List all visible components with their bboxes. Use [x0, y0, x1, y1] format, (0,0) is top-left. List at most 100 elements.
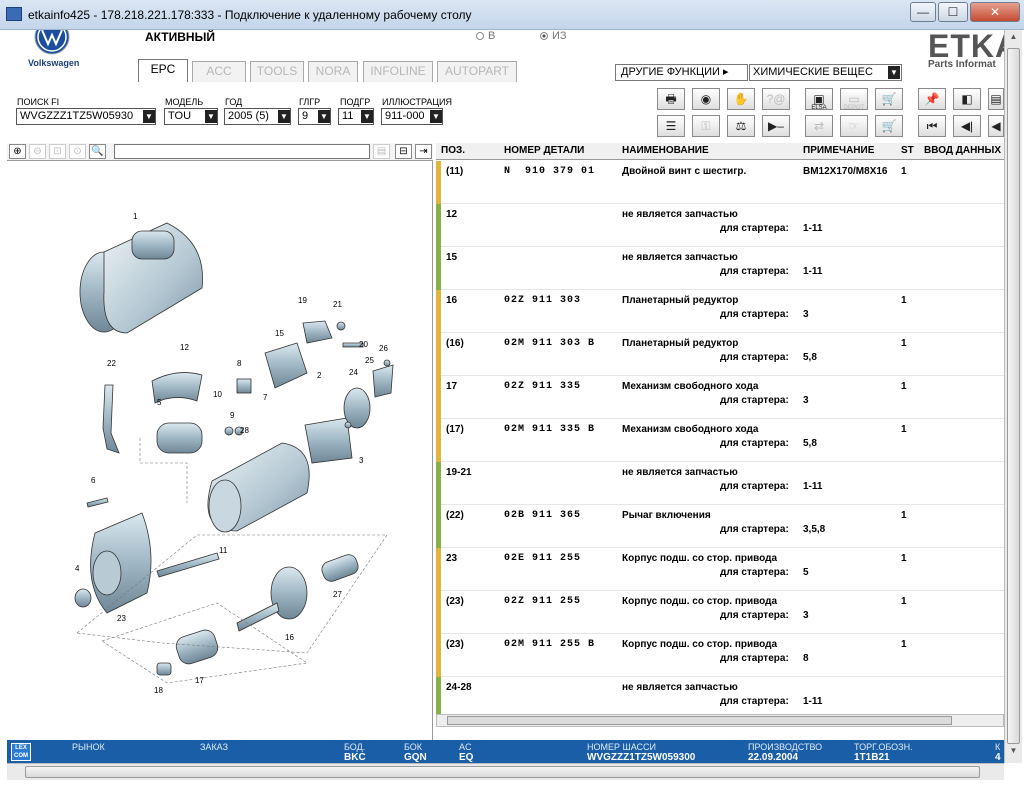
scrollbar-thumb[interactable]: [1007, 48, 1020, 744]
market-label: РЫНОК: [72, 742, 105, 752]
handshake-icon[interactable]: ✋: [727, 88, 755, 110]
cart-icon[interactable]: 🛒: [875, 115, 903, 137]
col-part-number[interactable]: НОМЕР ДЕТАЛИ: [504, 145, 584, 156]
main-group-select[interactable]: 9 ▼: [298, 108, 331, 125]
maximize-button[interactable]: ☐: [938, 2, 968, 22]
row-name: Корпус подш. со стор. привода: [622, 596, 778, 607]
part-3-pin: [344, 421, 352, 429]
tab-tools[interactable]: TOOLS: [250, 61, 304, 82]
row-status-bar: [436, 548, 441, 591]
model-select[interactable]: TOU ▼: [164, 108, 218, 125]
year-select[interactable]: 2005 (5) ▼: [224, 108, 291, 125]
first-icon[interactable]: ⏮: [918, 115, 946, 137]
zoom-reset-icon[interactable]: ⊙: [69, 144, 86, 159]
row-part-number: 02M 911 335 B: [504, 424, 596, 435]
cart-upload-icon[interactable]: 🛒: [875, 88, 903, 110]
hand-icon[interactable]: ☞: [840, 115, 868, 137]
row-part-number: 02M 911 255 B: [504, 639, 596, 650]
scroll-down-icon[interactable]: ▼: [1007, 746, 1020, 760]
part-16-shaft: [236, 602, 280, 632]
table-row[interactable]: 19-21 не является запчастью для стартера: 1…: [436, 462, 1004, 505]
callout-12: 12: [180, 343, 189, 352]
split-view-icon[interactable]: ⊟: [395, 144, 412, 159]
previous-icon[interactable]: ◀|: [953, 115, 981, 137]
magnifier-icon[interactable]: 🔍: [89, 144, 106, 159]
expand-icon[interactable]: ⇥: [415, 144, 432, 159]
row-sub-value: 3: [803, 309, 809, 320]
illustration-select[interactable]: 911-000 ▼: [381, 108, 443, 125]
list-icon[interactable]: ☰: [657, 115, 685, 137]
pin-icon[interactable]: 📌: [918, 88, 946, 110]
chevron-down-icon: ▼: [205, 110, 217, 123]
radio-v[interactable]: В: [476, 30, 495, 42]
tab-nora[interactable]: NORA: [308, 61, 358, 82]
col-note[interactable]: ПРИМЕЧАНИЕ: [803, 145, 874, 156]
table-horizontal-scrollbar[interactable]: [436, 714, 1004, 727]
scrollbar-thumb[interactable]: [447, 716, 952, 725]
col-name[interactable]: НАИМЕНОВАНИЕ: [622, 145, 709, 156]
more-functions-button[interactable]: ДРУГИЕ ФУНКЦИИ ▸: [615, 64, 748, 81]
part-18: [156, 662, 172, 676]
tab-infoline[interactable]: INFOLINE: [363, 61, 433, 82]
radio-iz[interactable]: ИЗ: [540, 30, 567, 42]
back-page-icon[interactable]: ◧: [953, 88, 981, 110]
sub-group-label: ПОДГР: [340, 97, 371, 107]
table-row[interactable]: 16 02Z 911 303 Планетарный редуктор 1 для ст…: [436, 290, 1004, 333]
elsa-button[interactable]: ▣ ELSA: [805, 88, 833, 111]
scroll-up-icon[interactable]: ▲: [1007, 32, 1020, 46]
play-minus-icon[interactable]: ▶–: [762, 115, 790, 137]
col-st[interactable]: ST: [901, 145, 914, 156]
print-icon[interactable]: 🖶: [657, 88, 685, 110]
table-row[interactable]: (11) N 910 379 01 Двойной винт с шестигр. B…: [436, 161, 1004, 204]
remote-desktop-icon: [6, 7, 22, 21]
illustration-search-input[interactable]: [114, 144, 370, 159]
window-horizontal-scrollbar[interactable]: [7, 763, 1004, 780]
depot-button[interactable]: ▭ DEPOT: [840, 88, 868, 111]
table-row[interactable]: (16) 02M 911 303 B Планетарный редуктор 1 дл…: [436, 333, 1004, 376]
table-row[interactable]: 12 не является запчастью для стартера: 1-11: [436, 204, 1004, 247]
row-pos: (22): [446, 510, 464, 521]
parts-table: ПОЗ. НОМЕР ДЕТАЛИ НАИМЕНОВАНИЕ ПРИМЕЧАНИ…: [436, 143, 1004, 727]
col-data-input[interactable]: ВВОД ДАННЫХ: [924, 145, 1001, 156]
row-sub-value: 3,5,8: [803, 524, 826, 535]
row-name: Планетарный редуктор: [622, 295, 739, 306]
tab-autopart[interactable]: AUTOPART: [437, 61, 517, 82]
zoom-fit-icon[interactable]: ⊡: [49, 144, 66, 159]
row-sub-label: для стартера:: [720, 395, 789, 406]
tab-acc[interactable]: ACC: [192, 61, 246, 82]
table-row[interactable]: (22) 02B 911 365 Рычаг включения 1 для старт…: [436, 505, 1004, 548]
table-row[interactable]: (23) 02Z 911 255 Корпус подш. со стор. при…: [436, 591, 1004, 634]
disk-icon[interactable]: ◉: [692, 88, 720, 110]
key-icon[interactable]: ⚿: [692, 115, 720, 137]
row-status-bar: [436, 290, 441, 333]
search-input[interactable]: WVGZZZ1TZ5W05930 ▼: [16, 108, 156, 125]
col-pos[interactable]: ПОЗ.: [441, 145, 465, 156]
prev-arrow-icon[interactable]: ◀: [988, 115, 1004, 137]
table-row[interactable]: 17 02Z 911 335 Механизм свободного хода 1 дл…: [436, 376, 1004, 419]
table-row[interactable]: (17) 02M 911 335 B Механизм свободного ход…: [436, 419, 1004, 462]
sub-group-select[interactable]: 11 ▼: [338, 108, 374, 125]
callout-18: 18: [154, 686, 163, 695]
page-icon[interactable]: ▤: [373, 144, 390, 159]
table-row[interactable]: (23) 02M 911 255 B Корпус подш. со стор. п…: [436, 634, 1004, 677]
tab-epc[interactable]: EPC: [138, 59, 188, 82]
table-row[interactable]: 15 не является запчастью для стартера: 1-11: [436, 247, 1004, 290]
close-button[interactable]: ✕: [970, 2, 1020, 22]
row-sub-label: для стартера:: [720, 653, 789, 664]
transfer-icon[interactable]: ⇄: [805, 115, 833, 137]
zoom-out-icon[interactable]: ⊖: [29, 144, 46, 159]
callout-3: 3: [359, 456, 364, 465]
window-vertical-scrollbar[interactable]: ▲ ▼: [1004, 30, 1022, 763]
vw-brand-text: Volkswagen: [28, 58, 80, 68]
ac-value: EQ: [459, 752, 474, 763]
callout-2: 2: [317, 371, 322, 380]
zoom-in-icon[interactable]: ⊕: [9, 144, 26, 159]
scale-icon[interactable]: ⚖: [727, 115, 755, 137]
email-icon[interactable]: ?@: [762, 88, 790, 110]
forward-page-icon[interactable]: ▤: [988, 88, 1004, 110]
row-sub-value: 8: [803, 653, 809, 664]
scrollbar-thumb[interactable]: [25, 766, 980, 778]
chemicals-select[interactable]: ХИМИЧЕСКИЕ ВЕЩЕС ▼: [749, 64, 902, 81]
minimize-button[interactable]: —: [910, 2, 936, 22]
table-row[interactable]: 23 02E 911 255 Корпус подш. со стор. приво…: [436, 548, 1004, 591]
